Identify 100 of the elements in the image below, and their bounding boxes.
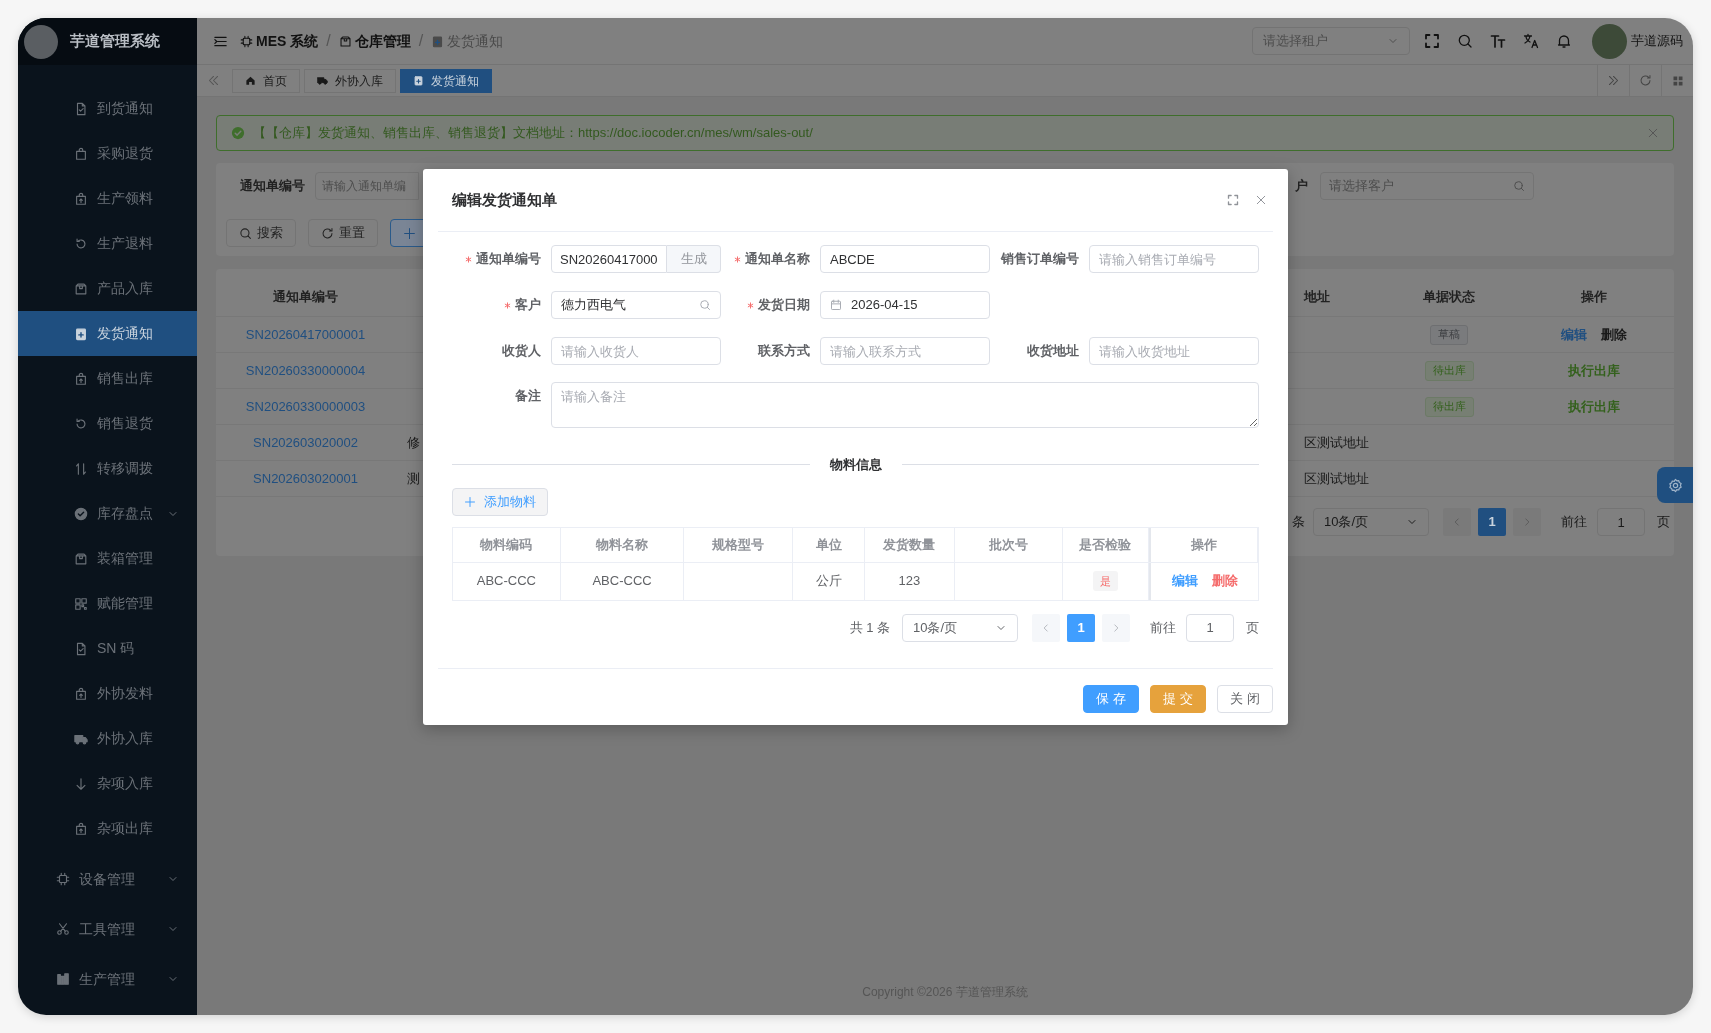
sidebar-item[interactable]: 销售退货 <box>18 401 197 446</box>
document-number-link[interactable]: SN20260330000004 <box>245 362 366 378</box>
column-header: 操作 <box>1191 535 1218 554</box>
action-link[interactable]: 编辑 <box>1171 571 1198 591</box>
sidebar-item[interactable]: 杂项出库 <box>18 806 197 851</box>
column-header: 单据状态 <box>1423 288 1475 304</box>
sidebar-item[interactable]: 生产领料 <box>18 176 197 221</box>
column-header: 物料编码 <box>480 535 533 554</box>
date-field[interactable]: 2026-04-15 <box>820 291 990 319</box>
check-circle-icon <box>74 506 88 521</box>
sidebar-group[interactable]: 设备管理 <box>18 854 197 904</box>
dialog-button[interactable]: 关 闭 <box>1217 684 1273 713</box>
check-circle-icon <box>231 126 245 140</box>
document-number-link[interactable]: SN202603020002 <box>253 434 358 450</box>
column-header: 单位 <box>815 535 842 554</box>
search-icon <box>1457 33 1473 49</box>
document-number-link[interactable]: SN202603020001 <box>253 470 358 486</box>
sidebar-item[interactable]: 转移调拨 <box>18 446 197 491</box>
column-header: 是否检验 <box>1079 535 1132 554</box>
settings-icon <box>1667 477 1683 493</box>
reset-button[interactable]: 重置 <box>308 219 378 247</box>
action-link[interactable]: 编辑 <box>1561 324 1587 345</box>
inspection-tag: 是 <box>1092 571 1118 591</box>
dialog-button[interactable]: 提 交 <box>1150 684 1206 713</box>
user-name[interactable]: 芋道源码 <box>1631 31 1683 51</box>
previous-page-button[interactable] <box>1443 508 1471 536</box>
breadcrumb-item[interactable]: 仓库管理 <box>338 30 411 52</box>
sidebar-item[interactable]: 外协发料 <box>18 671 197 716</box>
sidebar-item[interactable]: 采购退货 <box>18 131 197 176</box>
tab[interactable]: 发货通知 <box>400 68 492 93</box>
total-count: 条 <box>1292 513 1305 532</box>
search-button[interactable]: 搜索 <box>226 219 296 247</box>
input-field[interactable]: ABCDE <box>820 245 990 273</box>
generate-button[interactable]: 生成 <box>667 245 721 273</box>
settings-button[interactable] <box>1657 467 1693 503</box>
dialog-button[interactable]: 保 存 <box>1083 684 1139 713</box>
sidebar-group[interactable]: 生产管理 <box>18 954 197 1004</box>
sidebar-item[interactable]: 装箱管理 <box>18 536 197 581</box>
action-link[interactable]: 删除 <box>1601 324 1627 345</box>
status-tag: 待出库 <box>1424 360 1474 381</box>
tab[interactable]: 首页 <box>232 68 300 93</box>
customer-search-field[interactable]: 德力西电气 <box>551 291 721 319</box>
bell-icon <box>1556 33 1572 49</box>
action-link[interactable]: 删除 <box>1211 571 1238 591</box>
page-input[interactable]: 1 <box>1186 613 1234 642</box>
sidebar-group[interactable]: 工具管理 <box>18 904 197 954</box>
remarks-field[interactable]: 请输入备注 <box>551 382 1259 428</box>
sidebar-item[interactable]: 杂项入库 <box>18 761 197 806</box>
field-label: 客户 <box>515 296 541 315</box>
search-icon <box>239 226 252 240</box>
address-cell: 区测试地址 <box>1304 434 1369 450</box>
page-button[interactable]: 1 <box>1067 613 1095 642</box>
double-chevron-left-icon <box>207 74 220 87</box>
chevron-right-icon <box>1522 517 1532 527</box>
field-label: 销售订单编号 <box>1001 250 1079 269</box>
table-cell-text: ABC-CCC <box>592 572 652 591</box>
add-material-button[interactable]: 添加物料 <box>452 487 548 516</box>
total-count: 共 1 条 <box>849 618 890 637</box>
page-button[interactable]: 1 <box>1478 508 1506 536</box>
bag-arrow-icon <box>74 191 88 206</box>
clipboard-icon <box>413 75 424 86</box>
document-number-link[interactable]: SN20260417000001 <box>245 326 366 342</box>
sidebar-item[interactable]: 生产退料 <box>18 221 197 266</box>
chip-icon <box>240 34 253 48</box>
package-icon <box>74 551 88 566</box>
field-label: 收货地址 <box>1027 342 1079 361</box>
sidebar-item[interactable]: 销售出库 <box>18 356 197 401</box>
clipboard-icon <box>431 34 445 48</box>
page-unit: 页 <box>1246 618 1259 637</box>
page-unit: 页 <box>1657 513 1670 532</box>
table-cell-text: ABC-CCC <box>476 572 536 591</box>
page-size-select[interactable]: 10条/页 <box>902 613 1018 642</box>
package-icon <box>338 34 352 48</box>
next-page-button[interactable] <box>1513 508 1541 536</box>
sidebar-item[interactable]: 赋能管理 <box>18 581 197 626</box>
double-chevron-right-icon <box>1607 74 1620 87</box>
tab[interactable]: 外协入库 <box>304 68 396 93</box>
sidebar-item[interactable]: 到货通知 <box>18 86 197 131</box>
alert-text: 【【仓库】发货通知、销售出库、销售退货】文档地址：https://doc.iocoder.cn/mes/wm/sales-out/ <box>253 124 813 143</box>
sidebar-item[interactable]: SN 码 <box>18 626 197 671</box>
next-page-button[interactable] <box>1102 613 1130 642</box>
page-input[interactable]: 1 <box>1597 508 1645 536</box>
address-cell: 区测试地址 <box>1304 470 1369 486</box>
document-number-link[interactable]: SN20260330000003 <box>245 398 366 414</box>
rotate-icon <box>74 416 88 431</box>
sidebar-item[interactable]: 外协入库 <box>18 716 197 761</box>
sidebar-item[interactable]: 库存盘点 <box>18 491 197 536</box>
bag-arrow-icon <box>74 821 88 836</box>
breadcrumb-separator: / <box>326 31 331 51</box>
field-label: 收货人 <box>502 342 541 361</box>
sidebar-item[interactable]: 发货通知 <box>18 311 197 356</box>
sidebar-item[interactable]: 产品入库 <box>18 266 197 311</box>
breadcrumb-item[interactable]: MES 系统 <box>240 30 319 52</box>
avatar[interactable] <box>1592 23 1627 59</box>
bag-arrow-icon <box>74 371 88 386</box>
plus-icon <box>464 495 476 508</box>
previous-page-button[interactable] <box>1032 613 1060 642</box>
input-field[interactable]: SN20260417000 <box>551 245 667 273</box>
chip-icon <box>56 872 70 886</box>
page-size-select[interactable]: 10条/页 <box>1313 508 1429 536</box>
